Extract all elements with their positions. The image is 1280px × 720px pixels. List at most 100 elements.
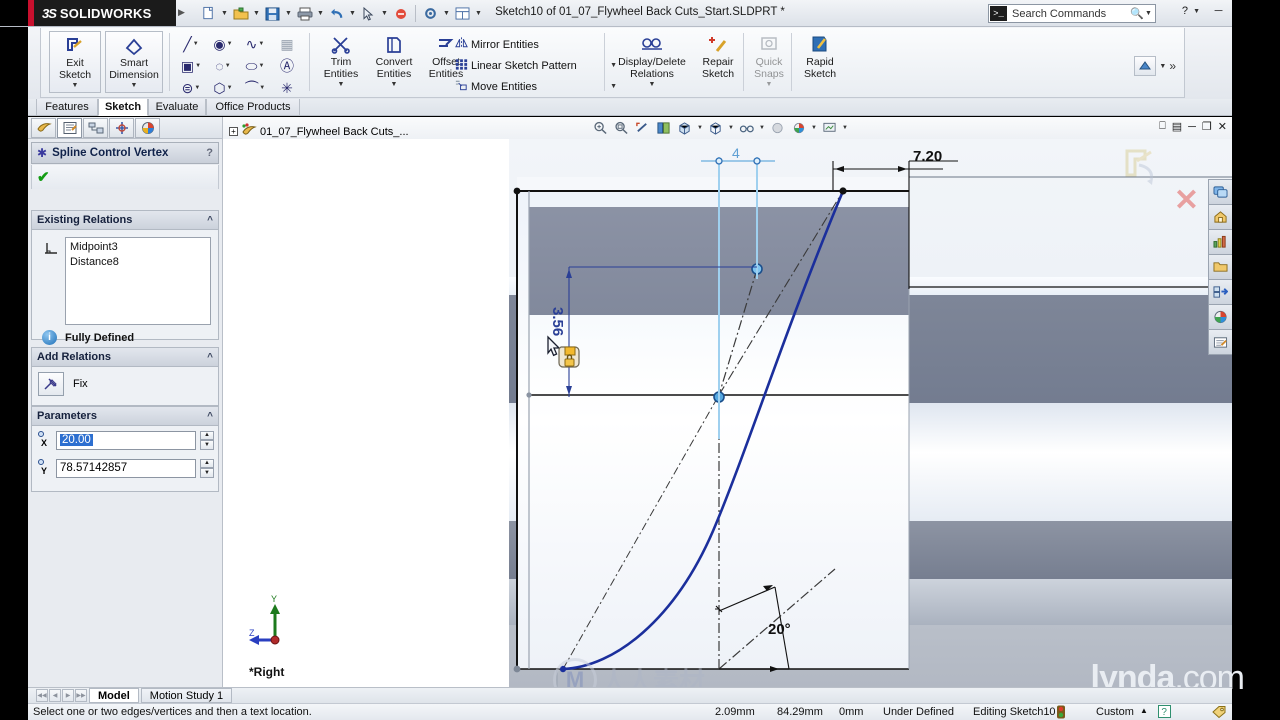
trim-entities-button[interactable]: Trim Entities ▼ [315, 31, 367, 88]
convert-entities-dropdown-icon[interactable]: ▼ [367, 81, 421, 88]
property-manager-tab[interactable] [57, 117, 82, 138]
split-view-icon[interactable]: ▤ [1172, 120, 1182, 133]
status-units-caret-icon[interactable]: ▲ [1140, 706, 1148, 715]
bottom-tab-model[interactable]: Model [89, 688, 139, 703]
restore-split-icon[interactable]: ⎕ [1159, 120, 1166, 133]
configuration-manager-tab[interactable] [83, 117, 108, 138]
point-tool-icon[interactable]: ✳ [271, 77, 303, 99]
convert-entities-button[interactable]: Convert Entities ▼ [367, 31, 421, 88]
edit-appearance-icon[interactable] [768, 119, 787, 137]
relation-item-1[interactable]: Distance8 [70, 255, 206, 270]
view-orientation-icon[interactable] [675, 119, 694, 137]
search-commands-box[interactable]: >_ Search Commands 🔍 ▼ [988, 4, 1156, 23]
status-units[interactable]: Custom [1096, 706, 1134, 718]
dimension-356[interactable]: 3.56 [549, 307, 566, 336]
apply-scene-icon[interactable] [789, 119, 808, 137]
help-icon[interactable]: ? [1182, 5, 1188, 17]
close-icon[interactable]: ✕ [1218, 120, 1227, 133]
zoom-to-fit-icon[interactable] [591, 119, 610, 137]
nav-prev-button[interactable]: ◀ [49, 689, 61, 702]
feature-tree-root-row[interactable]: + 01_07_Flywheel Back Cuts_... [229, 123, 409, 140]
y-coordinate-input[interactable]: 78.57142857 [56, 458, 196, 478]
view-orientation-caret-icon[interactable]: ▼ [696, 125, 704, 131]
x-coordinate-stepper[interactable]: ▲ ▼ [200, 430, 214, 450]
text-tool-icon[interactable]: Ⓐ [271, 55, 303, 77]
help-caret-icon[interactable]: ▼ [1193, 8, 1200, 15]
exit-sketch-corner-icon[interactable] [1121, 145, 1169, 190]
expand-tree-icon[interactable]: + [229, 127, 238, 136]
existing-relations-header[interactable]: Existing Relations ^ [32, 211, 218, 230]
smart-dimension-dropdown-icon[interactable]: ▼ [106, 82, 162, 89]
search-caret-icon[interactable]: ▼ [1145, 10, 1155, 17]
search-icon[interactable]: 🔍 [1129, 7, 1145, 20]
section-view-icon[interactable] [654, 119, 673, 137]
nav-first-button[interactable]: ◀◀ [36, 689, 48, 702]
x-coordinate-input[interactable]: 20.00 [56, 430, 196, 450]
view-palette-icon[interactable] [1208, 279, 1232, 305]
circle-tool-icon[interactable]: ◉ ▼ [207, 33, 239, 55]
slot-tool-icon[interactable]: ⊜ ▼ [175, 77, 207, 99]
design-library-icon[interactable] [1208, 204, 1232, 230]
chevron-up-icon[interactable]: ^ [207, 215, 213, 226]
nav-last-button[interactable]: ▶▶ [75, 689, 87, 702]
status-help-icon[interactable]: ? [1158, 705, 1171, 720]
custom-properties-icon[interactable] [1208, 329, 1232, 355]
dimension-720[interactable]: 7.20 [913, 148, 942, 165]
smart-dimension-button[interactable]: Smart Dimension ▼ [105, 31, 163, 93]
display-manager-tab[interactable] [135, 117, 160, 138]
polygon-tool-icon[interactable]: ⬡ ▼ [207, 77, 239, 99]
arc-tool-icon[interactable]: ⏜ ▼ [239, 77, 271, 99]
ribbon-appearance-icon[interactable] [1134, 56, 1157, 76]
rebuild-status-icon[interactable] [1056, 705, 1066, 720]
apply-scene-caret-icon[interactable]: ▼ [810, 125, 818, 131]
add-relations-header[interactable]: Add Relations ^ [32, 348, 218, 367]
y-stepper-up[interactable]: ▲ [200, 458, 214, 468]
appearances-scenes-icon[interactable] [1208, 304, 1232, 330]
chevron-up-icon[interactable]: ^ [207, 411, 213, 422]
hide-show-items-caret-icon[interactable]: ▼ [758, 125, 766, 131]
repair-sketch-button[interactable]: Repair Sketch [695, 31, 741, 88]
ribbon-appearance-caret-icon[interactable]: ▼ [1159, 63, 1166, 70]
tab-sketch[interactable]: Sketch [98, 99, 148, 116]
search-input[interactable]: Search Commands [1007, 8, 1129, 20]
y-stepper-down[interactable]: ▼ [200, 468, 214, 478]
x-stepper-down[interactable]: ▼ [200, 440, 214, 450]
x-stepper-up[interactable]: ▲ [200, 430, 214, 440]
file-explorer-icon[interactable] [1208, 229, 1232, 255]
ribbon-expand-icon[interactable]: » [1169, 59, 1176, 73]
relation-item-0[interactable]: Midpoint3 [70, 240, 206, 255]
tab-office-products[interactable]: Office Products [206, 99, 300, 116]
sketch-canvas[interactable]: 4 7.20 3.56 20° ✕ Y Z *Right [223, 139, 1232, 687]
exit-sketch-button[interactable]: Exit Sketch ▼ [49, 31, 101, 93]
y-coordinate-stepper[interactable]: ▲ ▼ [200, 458, 214, 478]
minimize-button[interactable]: ─ [1211, 5, 1226, 17]
parameters-header[interactable]: Parameters ^ [32, 407, 218, 426]
property-manager-help-icon[interactable]: ? [206, 147, 213, 159]
tab-features[interactable]: Features [36, 99, 98, 116]
display-style-caret-icon[interactable]: ▼ [727, 125, 735, 131]
accept-check-icon[interactable]: ✔ [37, 168, 50, 186]
line-tool-icon[interactable]: ╱ ▼ [175, 33, 207, 55]
display-delete-relations-dropdown-icon[interactable]: ▼ [609, 81, 695, 88]
view-settings-caret-icon[interactable]: ▼ [841, 125, 849, 131]
minimize-icon[interactable]: ─ [1188, 121, 1196, 133]
tab-evaluate[interactable]: Evaluate [148, 99, 206, 116]
rapid-sketch-button[interactable]: Rapid Sketch [797, 31, 843, 88]
search-pane-icon[interactable] [1208, 254, 1232, 280]
move-entities-item[interactable]: Move Entities ▼ [451, 76, 621, 97]
previous-view-icon[interactable] [633, 119, 652, 137]
sketch-fillet-icon[interactable]: ◌ ▼ [207, 55, 239, 77]
quick-snaps-button[interactable]: Quick Snaps ▼ [747, 31, 791, 88]
dimension-width-4[interactable]: 4 [732, 145, 740, 161]
cancel-sketch-corner-icon[interactable]: ✕ [1174, 183, 1199, 218]
linear-sketch-pattern-item[interactable]: Linear Sketch Pattern ▼ [451, 55, 621, 76]
bottom-tab-motion-study[interactable]: Motion Study 1 [140, 688, 233, 703]
zoom-to-area-icon[interactable] [612, 119, 631, 137]
ellipse-tool-icon[interactable]: ⬭ ▼ [239, 55, 271, 77]
trim-entities-dropdown-icon[interactable]: ▼ [315, 81, 367, 88]
chevron-up-icon[interactable]: ^ [207, 352, 213, 363]
exit-sketch-dropdown-icon[interactable]: ▼ [50, 82, 100, 89]
fix-relation-button[interactable] [38, 372, 64, 396]
mirror-entities-item[interactable]: Mirror Entities [451, 34, 621, 55]
display-style-icon[interactable] [706, 119, 725, 137]
